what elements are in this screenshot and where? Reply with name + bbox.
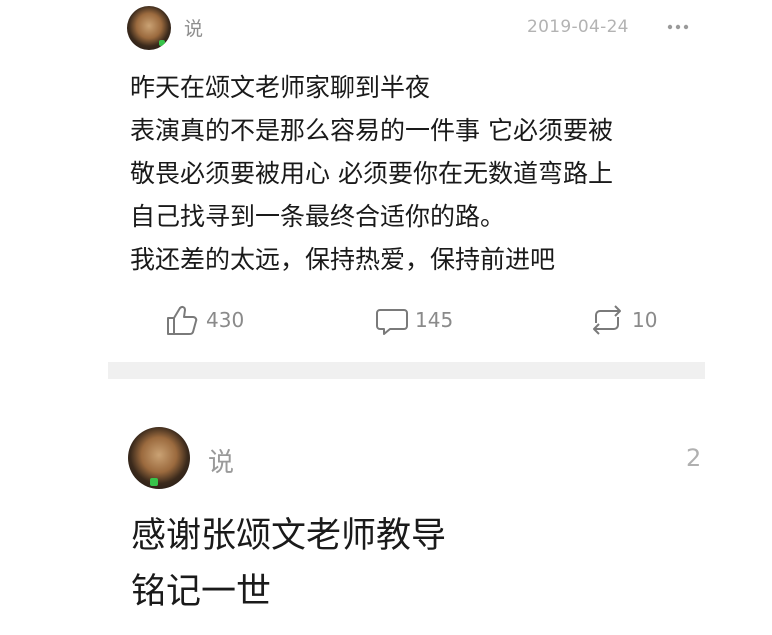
- author-name[interactable]: 说: [184, 14, 203, 41]
- post-content: 昨天在颂文老师家聊到半夜 表演真的不是那么容易的一件事 它必须要被 敬畏必须要被…: [130, 66, 730, 281]
- repost-icon: [593, 305, 621, 335]
- post-count: 2: [686, 444, 702, 472]
- comment-bubble-icon: [376, 309, 408, 335]
- content-line: 感谢张颂文老师教导: [131, 516, 447, 556]
- comment-count: 145: [415, 308, 454, 332]
- post-date: 2019-04-24: [527, 17, 629, 37]
- post-content: 感谢张颂文老师教导 铭记一世: [131, 508, 446, 620]
- content-line: 自己找寻到一条最终合适你的路。: [130, 202, 506, 231]
- more-dots-icon[interactable]: [664, 17, 692, 37]
- author-name[interactable]: 说: [208, 442, 234, 479]
- post-card-1: 说 2019-04-24 昨天在颂文老师家聊到半夜 表演真的不是那么容易的一件事…: [0, 0, 772, 362]
- avatar[interactable]: [127, 6, 171, 50]
- comment-button[interactable]: 145: [375, 300, 453, 340]
- section-divider: [108, 362, 705, 379]
- like-count: 430: [206, 308, 245, 332]
- content-line: 昨天在颂文老师家聊到半夜: [130, 73, 431, 102]
- content-line: 我还差的太远，保持热爱，保持前进吧: [130, 245, 556, 274]
- repost-button[interactable]: 10: [588, 300, 657, 340]
- avatar[interactable]: [128, 427, 190, 489]
- content-line: 铭记一世: [131, 572, 272, 612]
- repost-count: 10: [632, 308, 658, 332]
- thumbs-up-icon: [167, 305, 198, 335]
- like-button[interactable]: 430: [164, 300, 244, 340]
- verified-badge-icon: [159, 40, 165, 46]
- verified-badge-icon: [150, 478, 158, 486]
- content-line: 敬畏必须要被用心 必须要你在无数道弯路上: [130, 159, 613, 188]
- content-line: 表演真的不是那么容易的一件事 它必须要被: [130, 116, 613, 145]
